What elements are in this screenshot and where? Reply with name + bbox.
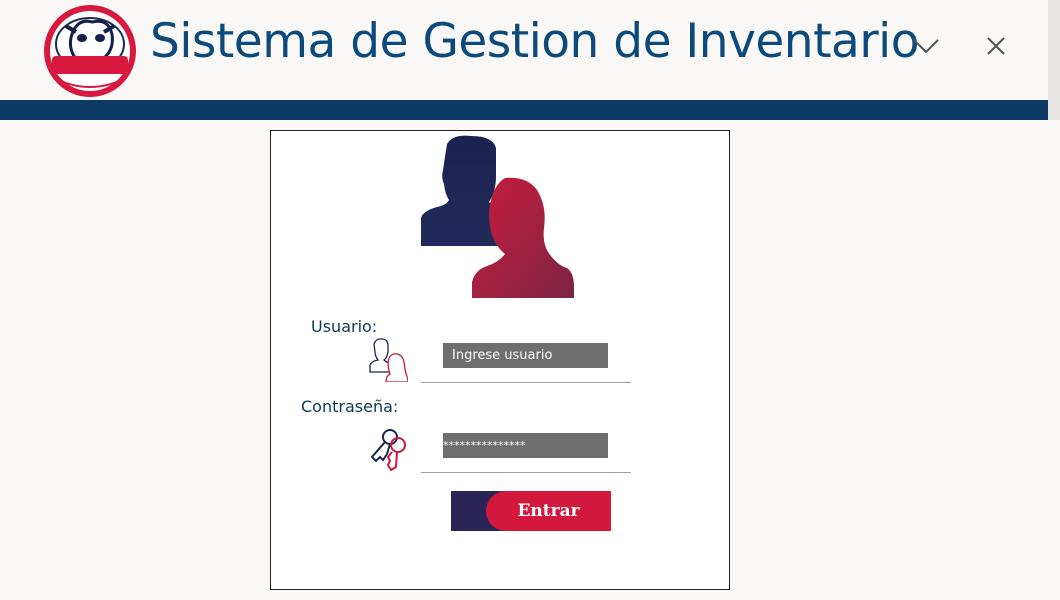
enter-button[interactable]: Entrar [451,491,611,531]
login-panel: Usuario: Contraseña: Entrar [270,130,730,590]
enter-button-label: Entrar [517,501,580,521]
username-input[interactable] [443,343,608,368]
users-icon [419,134,579,298]
password-input[interactable] [443,433,608,458]
chevron-down-icon [913,39,939,54]
password-underline [421,472,631,473]
username-underline [421,382,631,383]
user-field-icon [368,338,408,382]
username-label: Usuario: [311,317,378,336]
app-title: Sistema de Gestion de Inventario [150,14,919,69]
window-edge [1048,0,1060,120]
title-bar: Sistema de Gestion de Inventario [0,0,1048,100]
prolase-logo [42,4,138,98]
password-label: Contraseña: [301,397,399,416]
close-button[interactable] [976,28,1016,64]
close-icon [987,37,1005,55]
header-band [0,100,1048,120]
key-icon [368,427,408,471]
minimize-button[interactable] [906,28,946,64]
